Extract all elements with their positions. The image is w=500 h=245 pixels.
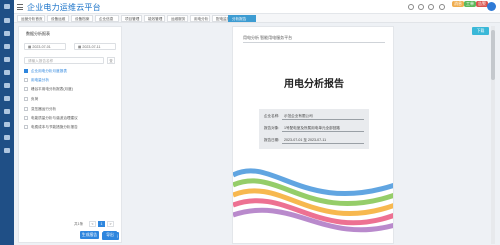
help-icon[interactable] [439, 4, 445, 10]
fullscreen-icon[interactable] [418, 4, 424, 10]
info-row-company: 企业名称: 示范企业有限公司 [264, 114, 364, 120]
tab-overview[interactable]: 运营分析首页 [17, 15, 45, 22]
info-value: 示范企业有限公司 [282, 114, 364, 120]
report-document-preview: 用电分析 智能用电服务平台 用电分析报告 企业名称: 示范企业有限公司 报告对象… [232, 26, 394, 244]
tab-usage[interactable]: 用电分析 [190, 15, 210, 22]
info-label: 报告日期: [264, 138, 280, 142]
search-button[interactable]: 查 [107, 57, 115, 64]
doc-title: 用电分析报告 [284, 79, 344, 90]
energy-icon[interactable] [4, 70, 10, 75]
end-date-value: 2023-07-11 [82, 45, 101, 49]
option-checkbox[interactable] [24, 125, 28, 129]
pagination-next-button[interactable]: > [107, 221, 114, 227]
generate-report-button-bottom[interactable]: 生成报告 [80, 231, 99, 239]
user-icon[interactable] [4, 109, 10, 114]
info-row-object: 报告对象: 1号配电室及所属用电单元全部回路 [264, 126, 364, 132]
start-date-value: 2023-07-01 [32, 45, 51, 49]
top-header: 企业电力运维云平台 消息 工单 告警 [14, 0, 500, 14]
option-checkbox[interactable] [24, 107, 28, 111]
report-option[interactable]: 企业用电分析月度报表 [31, 69, 67, 74]
chart-icon[interactable] [4, 31, 10, 36]
tab-efficiency[interactable]: 能效管理 [144, 15, 165, 22]
option-checkbox[interactable] [24, 87, 28, 91]
tools-icon[interactable] [4, 148, 10, 153]
document-icon[interactable] [4, 122, 10, 127]
report-option[interactable]: 用电量分析 [31, 78, 49, 83]
workorder-badge[interactable]: 工单 [464, 1, 476, 7]
doc-info-box: 企业名称: 示范企业有限公司 报告对象: 1号配电室及所属用电单元全部回路 报告… [259, 109, 369, 149]
tab-bar: 运营分析首页 设备运维 设备档案 企业信息 项目管理 能效管理 运维服务 用电分… [14, 14, 500, 23]
option-checkbox[interactable] [24, 116, 28, 120]
info-label: 报告对象: [264, 126, 280, 130]
tab-maintenance[interactable]: 设备运维 [47, 15, 69, 22]
report-option[interactable]: 电能质量分析与谐波治理建议 [31, 116, 78, 121]
end-date-field[interactable]: ▦ 2023-07-11 [74, 43, 116, 50]
side-icon-rail [0, 0, 14, 245]
app-title: 企业电力运维云平台 [27, 3, 101, 12]
report-search-input[interactable]: 请输入报告名称 [24, 57, 104, 64]
scrollbar-thumb[interactable] [491, 30, 495, 80]
report-option[interactable]: 电费成本与节能措施分析报告 [31, 125, 78, 130]
tab-project[interactable]: 项目管理 [121, 15, 142, 22]
option-checkbox[interactable] [24, 78, 28, 82]
monitor-icon[interactable] [4, 18, 10, 23]
export-button[interactable]: 导出 [103, 231, 117, 239]
doc-header-text: 用电分析 智能用电服务平台 [243, 35, 293, 40]
report-option[interactable]: 变压器运行分析 [31, 107, 56, 112]
doc-header-divider [243, 42, 385, 43]
report-option[interactable]: 负荷 [31, 97, 38, 102]
bell-icon[interactable] [428, 4, 434, 10]
panel-title: 数据分析报表 [26, 31, 50, 36]
decorative-wave-graphic [233, 168, 393, 233]
pagination-total: 共1条 [74, 222, 84, 226]
tab-analysis-report[interactable]: 分析报告 [228, 15, 256, 22]
info-label: 企业名称: [264, 114, 280, 118]
download-button[interactable]: 下载 [472, 27, 489, 35]
report-option[interactable]: 峰谷平用电分析报表(月度) [31, 87, 73, 92]
start-date-field[interactable]: ▦ 2023-07-01 [24, 43, 66, 50]
option-checkbox[interactable] [24, 69, 28, 73]
info-value: 2023-07-01 至 2023-07-11 [282, 138, 364, 144]
tab-service[interactable]: 运维服务 [167, 15, 188, 22]
report-icon[interactable] [4, 83, 10, 88]
info-value: 1号配电室及所属用电单元全部回路 [282, 126, 364, 132]
device-icon[interactable] [4, 44, 10, 49]
home-icon[interactable] [4, 4, 10, 9]
tab-device-archive[interactable]: 设备档案 [71, 15, 93, 22]
settings-icon[interactable] [4, 135, 10, 140]
vertical-scrollbar[interactable] [491, 26, 495, 244]
report-list-panel: 数据分析报表 ▦ 2023-07-01 ▦ 2023-07-11 请输入报告名称… [18, 26, 122, 243]
avatar[interactable] [487, 2, 496, 11]
search-icon[interactable] [408, 4, 414, 10]
message-badge[interactable]: 消息 [452, 1, 464, 7]
option-checkbox[interactable] [24, 97, 28, 101]
alarm-icon[interactable] [4, 57, 10, 62]
pagination-current-page[interactable]: 1 [98, 221, 105, 227]
tab-company[interactable]: 企业信息 [95, 15, 119, 22]
order-icon[interactable] [4, 96, 10, 101]
info-row-date: 报告日期: 2023-07-01 至 2023-07-11 [264, 138, 364, 144]
menu-toggle-icon[interactable] [17, 3, 23, 11]
pagination-prev-button[interactable]: < [89, 221, 96, 227]
